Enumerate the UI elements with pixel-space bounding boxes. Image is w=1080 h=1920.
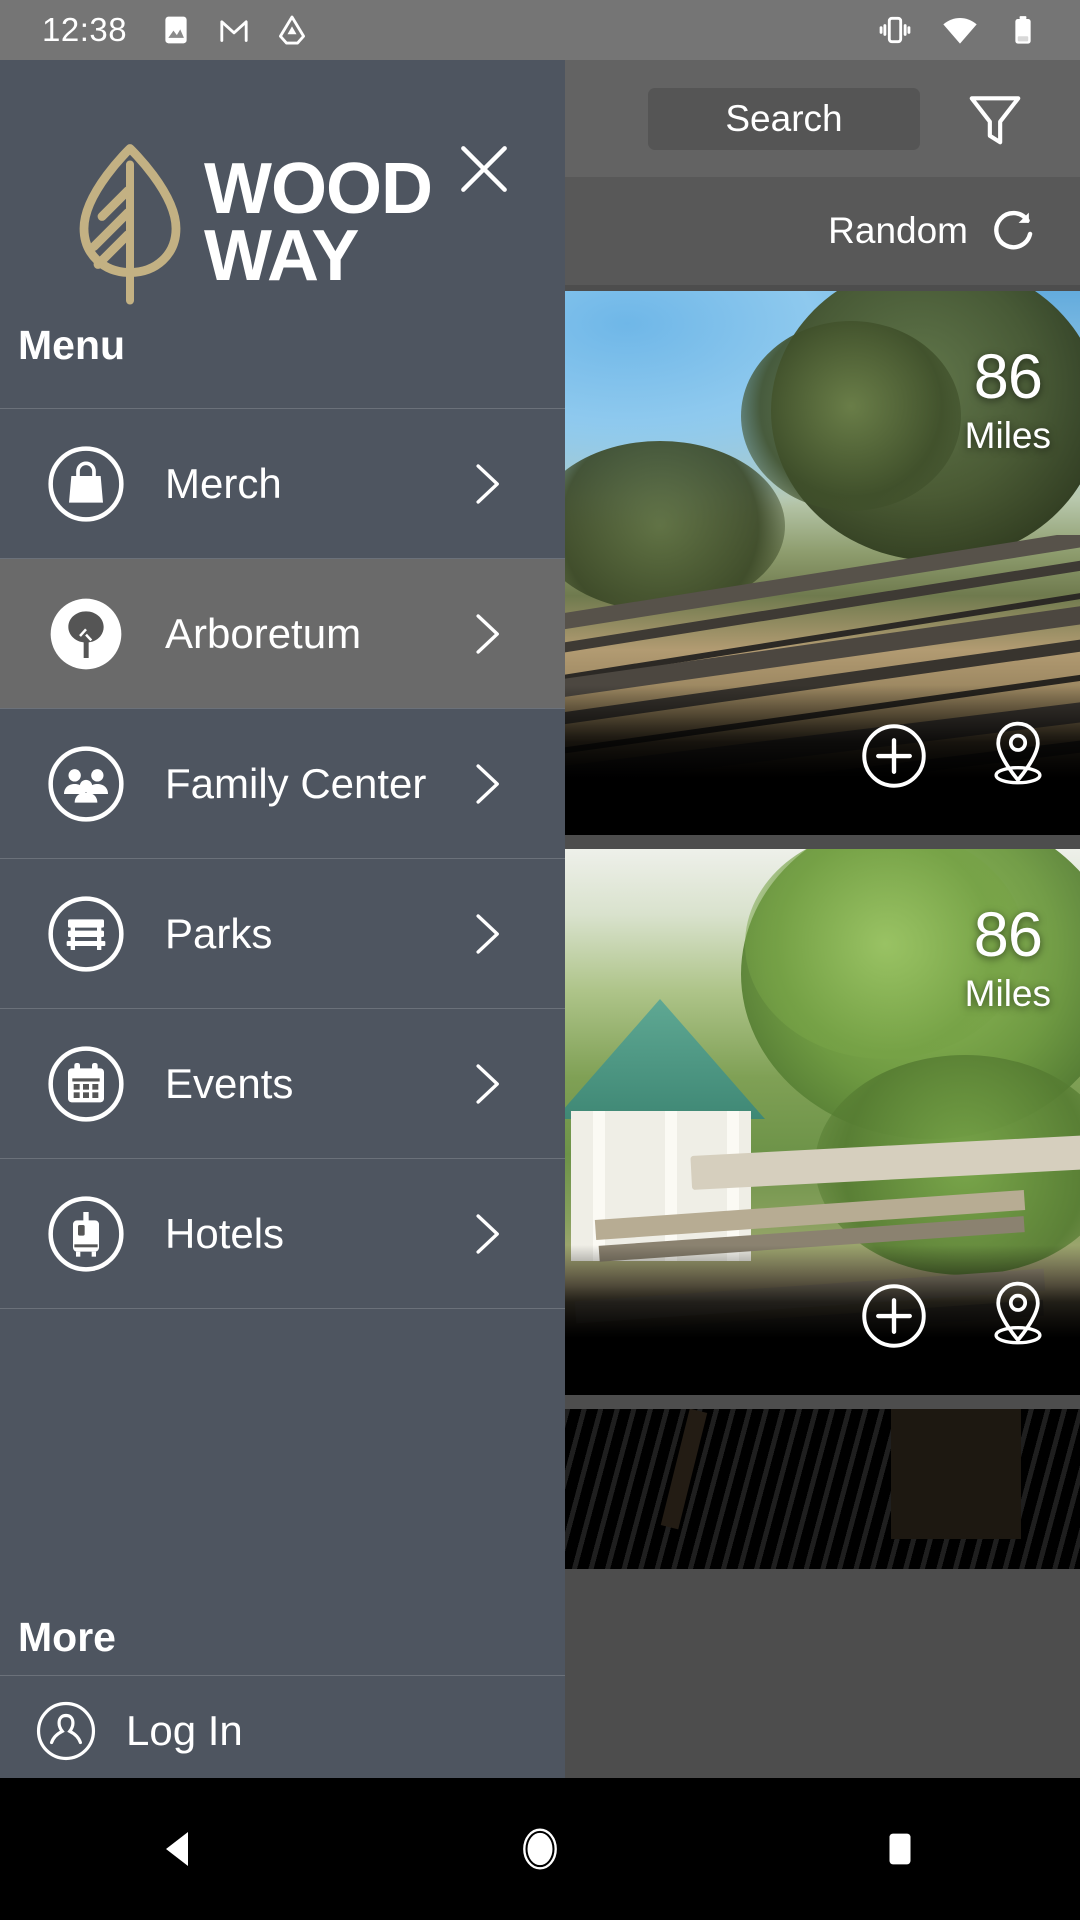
decor-gazebo-roof xyxy=(565,999,765,1119)
distance-unit: Miles xyxy=(964,973,1051,1014)
sidebar-item-label: Log In xyxy=(126,1707,243,1754)
chevron-right-icon xyxy=(476,913,499,954)
home-button[interactable] xyxy=(480,1778,600,1920)
distance-badge: 86 Miles xyxy=(964,900,1051,1014)
gmail-icon xyxy=(220,20,248,42)
status-notification-icons xyxy=(159,13,309,47)
map-pin-icon[interactable] xyxy=(979,1277,1057,1355)
sidebar-item-log-in[interactable]: Log In xyxy=(0,1676,565,1778)
refresh-icon xyxy=(994,210,1033,250)
sidebar-item-label: Arboretum xyxy=(165,609,362,657)
park-bench-icon xyxy=(46,894,126,974)
map-pin-icon[interactable] xyxy=(979,717,1057,795)
random-label: Random xyxy=(828,210,968,251)
brand-line-2: WAY xyxy=(204,215,359,296)
card-actions xyxy=(859,717,1057,795)
sidebar-item-hotels[interactable]: Hotels xyxy=(0,1159,565,1308)
sidebar-item-label: Family Center xyxy=(165,759,427,807)
search-input[interactable]: Search xyxy=(648,88,920,150)
battery-icon xyxy=(1015,16,1031,44)
sidebar-item-events[interactable]: Events xyxy=(0,1009,565,1158)
drive-icon xyxy=(279,15,306,45)
phone-screen: Search ce Random xyxy=(0,0,1080,1920)
decor-shadow xyxy=(891,1409,1021,1539)
card-photo xyxy=(565,1409,1080,1569)
card-footer: tum xyxy=(565,685,1080,835)
menu-section-title: Menu xyxy=(18,322,126,368)
recents-button[interactable] xyxy=(840,1778,960,1920)
sidebar-item-label: Events xyxy=(165,1059,294,1107)
photos-icon xyxy=(165,16,187,44)
card-footer: n xyxy=(565,1245,1080,1395)
luggage-icon xyxy=(46,1194,126,1274)
home-circle-icon xyxy=(523,1828,557,1870)
brand-wordmark: WOOD WAY xyxy=(204,149,433,296)
navigation-drawer: WOOD WAY Menu Merch Arboretum Family Cen… xyxy=(0,60,565,1778)
filter-funnel-icon xyxy=(969,96,1021,145)
list-item[interactable] xyxy=(565,1409,1080,1569)
sidebar-item-label: Merch xyxy=(165,459,282,507)
drawer-header: WOOD WAY xyxy=(0,60,565,322)
more-section-title: More xyxy=(18,1614,116,1660)
chevron-right-icon xyxy=(476,763,499,804)
user-avatar-icon xyxy=(34,1699,98,1763)
sidebar-item-parks[interactable]: Parks xyxy=(0,859,565,1008)
card-actions xyxy=(859,1277,1057,1355)
menu-section-header: Menu xyxy=(0,322,565,408)
card-photo: 86 Miles n xyxy=(565,849,1080,1395)
shopping-bag-icon xyxy=(46,444,126,524)
leaf-icon xyxy=(79,144,181,305)
chevron-right-icon xyxy=(476,613,499,654)
calendar-icon xyxy=(46,1044,126,1124)
distance-value: 86 xyxy=(973,900,1043,970)
chevron-right-icon xyxy=(476,1213,499,1254)
back-triangle-icon xyxy=(166,1832,188,1866)
sidebar-item-merch[interactable]: Merch xyxy=(0,409,565,558)
plus-circle-icon[interactable] xyxy=(859,721,929,791)
sidebar-item-family-center[interactable]: Family Center xyxy=(0,709,565,858)
card-photo: 86 Miles tum xyxy=(565,291,1080,835)
filter-button[interactable] xyxy=(955,82,1035,156)
people-group-icon xyxy=(46,744,126,824)
recents-square-icon xyxy=(889,1833,911,1865)
distance-badge: 86 Miles xyxy=(964,342,1051,456)
close-button[interactable] xyxy=(453,138,515,200)
sidebar-item-label: Parks xyxy=(165,909,273,957)
plus-circle-icon[interactable] xyxy=(859,1281,929,1351)
android-nav-bar xyxy=(0,1778,1080,1920)
list-item[interactable]: 86 Miles n xyxy=(565,849,1080,1395)
distance-unit: Miles xyxy=(964,415,1051,456)
sidebar-item-label: Hotels xyxy=(165,1209,285,1257)
chevron-right-icon xyxy=(476,463,499,504)
distance-value: 86 xyxy=(973,342,1043,412)
back-button[interactable] xyxy=(120,1778,240,1920)
status-bar: 12:38 xyxy=(0,0,1080,60)
decor-tree-canopy-2 xyxy=(741,321,961,511)
status-clock: 12:38 xyxy=(42,11,128,48)
search-placeholder: Search xyxy=(725,98,843,139)
wifi-icon xyxy=(943,18,977,44)
more-section-header: More xyxy=(0,1579,565,1675)
close-icon xyxy=(461,146,507,192)
chevron-right-icon xyxy=(476,1063,499,1104)
list-item[interactable]: 86 Miles tum xyxy=(565,291,1080,835)
drawer-spacer xyxy=(0,1309,565,1579)
random-button[interactable]: Random xyxy=(828,206,1038,256)
brand-logo: WOOD WAY xyxy=(66,140,433,305)
status-system-icons xyxy=(876,10,1040,50)
sidebar-item-arboretum[interactable]: Arboretum xyxy=(0,559,565,708)
tree-icon xyxy=(46,594,126,674)
brand-line-1: WOOD xyxy=(204,149,433,230)
vibrate-icon xyxy=(879,16,911,44)
